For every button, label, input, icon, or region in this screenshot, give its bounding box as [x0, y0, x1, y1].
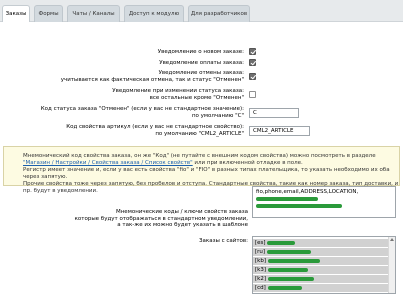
tab-chats-channels[interactable]: Чаты / Каналы	[67, 5, 120, 22]
redacted-mark	[256, 196, 318, 201]
article-code-hint: по умолчанию "CML2_ARTICLE"	[155, 130, 244, 137]
notify-new-order-checkbox[interactable]	[249, 48, 256, 55]
tab-forms[interactable]: Формы	[34, 5, 63, 22]
redacted-mark	[266, 249, 311, 254]
notify-status-change-hint: все остальные кроме "Отменен"	[149, 94, 244, 101]
note-line-2-rest: или при включенной отладке в поле.	[192, 160, 303, 166]
site-option[interactable]: [kb]	[253, 257, 389, 265]
redacted-mark	[267, 258, 320, 263]
article-code-input[interactable]: CML2_ARTICLE	[249, 126, 310, 136]
listbox-scrollbar[interactable]	[388, 237, 395, 293]
note-line-1: Мнемонический код свойства заказа, он же…	[23, 153, 376, 159]
properties-codes-label-3: а так-же их можно будет указать в шаблон…	[117, 222, 248, 228]
notify-cancel-hint: учитывается как фактическая отмена, так …	[60, 76, 244, 83]
note-line-3: Регистр имеет значение и, если у вас ест…	[23, 167, 390, 180]
tab-module-access[interactable]: Доступ к модулю	[124, 5, 184, 22]
properties-codes-value: fio,phone,email,ADDRESS,LOCATION,	[256, 189, 359, 195]
redacted-mark	[267, 267, 308, 272]
cancel-status-code-hint: по умолчанию "C"	[191, 112, 244, 119]
notify-status-change-checkbox[interactable]	[249, 91, 256, 98]
redacted-mark	[267, 240, 296, 245]
redacted-mark	[256, 203, 342, 208]
notify-payment-label: Уведомление оплаты заказа:	[159, 59, 244, 66]
scroll-up-arrow-icon[interactable]	[390, 238, 394, 241]
sites-select[interactable]: [es] [ru] [kb] [k3] [k2] [cd]	[252, 236, 396, 294]
notify-payment-checkbox[interactable]	[249, 59, 256, 66]
site-option[interactable]: [cd]	[253, 284, 389, 292]
site-option[interactable]: [es]	[253, 239, 389, 247]
cancel-status-code-input[interactable]: C	[249, 108, 299, 118]
site-option[interactable]: [ru]	[253, 248, 389, 256]
settings-panel: Уведомление о новом заказе: Уведомление …	[0, 22, 403, 294]
notify-new-order-label: Уведомление о новом заказе:	[157, 48, 244, 55]
site-option[interactable]: [k2]	[253, 275, 389, 283]
redacted-mark	[267, 285, 302, 290]
tab-bar: Заказы Формы Чаты / Каналы Доступ к моду…	[0, 0, 403, 23]
note-line-2: "Магазин / Настройки / Свойства заказа /…	[23, 160, 399, 167]
sites-label: Заказы с сайтов:	[198, 238, 248, 244]
tab-developers[interactable]: Для разработчиков	[188, 5, 250, 22]
info-note: Мнемонический код свойства заказа, он же…	[3, 146, 400, 194]
tab-orders[interactable]: Заказы	[2, 5, 30, 23]
properties-codes-textarea[interactable]: fio,phone,email,ADDRESS,LOCATION,	[252, 186, 396, 218]
redacted-mark	[267, 276, 314, 281]
site-option[interactable]: [k3]	[253, 266, 389, 274]
notify-cancel-checkbox[interactable]	[249, 73, 256, 80]
order-properties-link[interactable]: "Магазин / Настройки / Свойства заказа /…	[23, 160, 193, 166]
